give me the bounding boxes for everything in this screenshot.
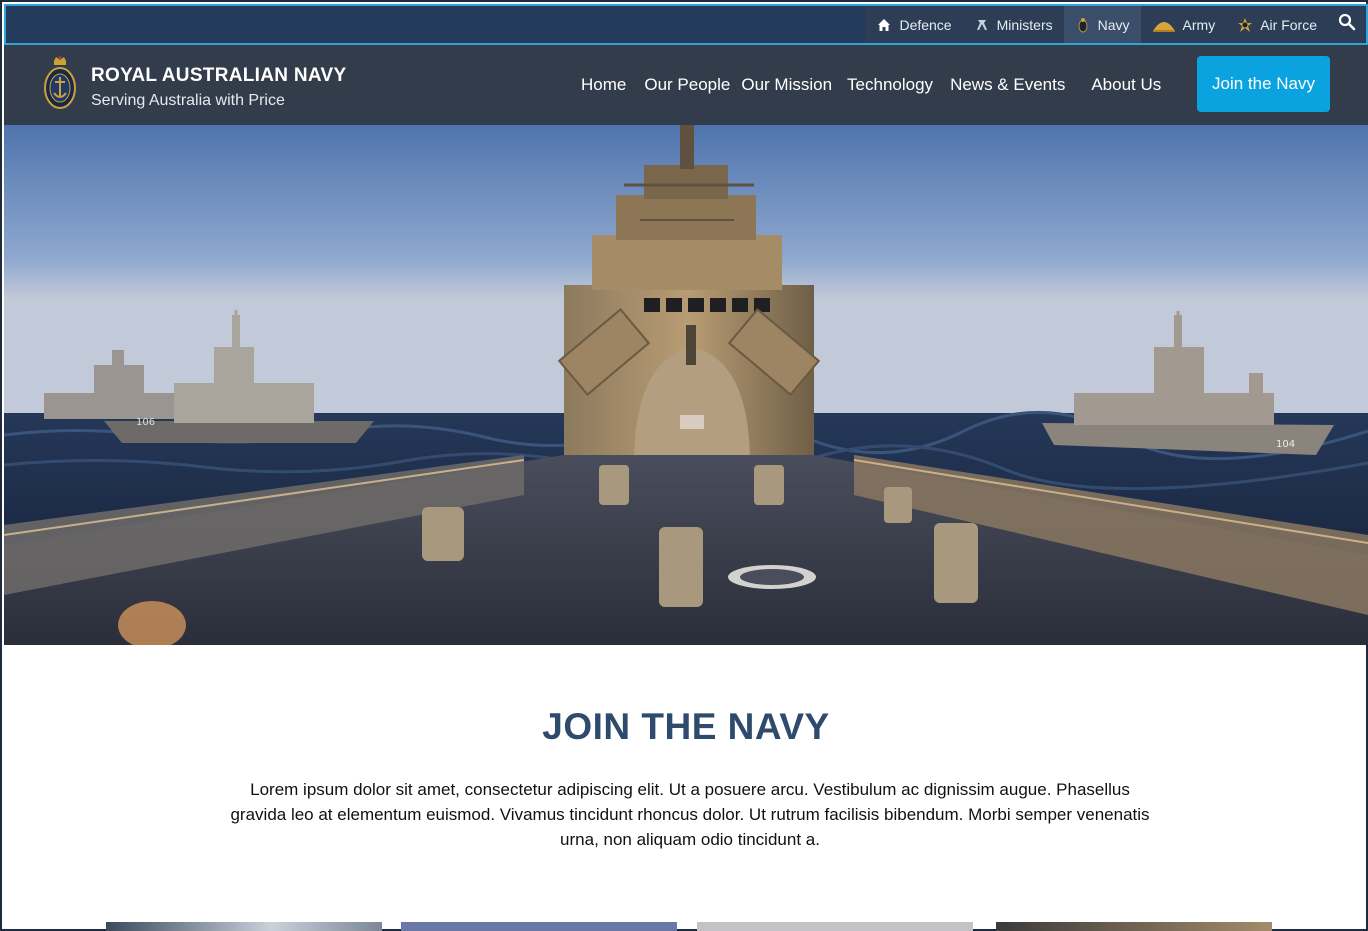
utility-link-navy[interactable]: Navy [1063, 6, 1141, 43]
utility-bar: Defence Ministers Navy Army Air Force [4, 4, 1368, 45]
home-icon [876, 17, 892, 33]
utility-link-air-force[interactable]: Air Force [1226, 6, 1328, 43]
navy-badge-icon [1075, 17, 1091, 33]
search-button[interactable] [1328, 6, 1366, 43]
nav-about-us[interactable]: About Us [1084, 75, 1168, 95]
utility-nav: Defence Ministers Navy Army Air Force [865, 6, 1328, 43]
join-description: Lorem ipsum dolor sit amet, consectetur … [230, 780, 1150, 849]
hero-image: 106 104 [4, 125, 1368, 645]
card-preview-4[interactable] [996, 922, 1272, 931]
site-title[interactable]: ROYAL AUSTRALIAN NAVY [91, 65, 346, 87]
card-preview-2[interactable] [401, 922, 677, 931]
nav-our-mission[interactable]: Our Mission [737, 75, 839, 95]
site-tagline: Serving Australia with Price [91, 92, 285, 109]
utility-link-label: Navy [1097, 16, 1130, 33]
navy-crest-logo[interactable] [42, 55, 78, 111]
warship-bow-fleet-photo: 106 104 [4, 125, 1368, 645]
card-preview-3[interactable] [697, 922, 973, 931]
hull-number-right: 104 [1276, 439, 1295, 450]
utility-link-label: Defence [899, 16, 952, 33]
nav-our-people[interactable]: Our People [637, 75, 737, 95]
nav-home[interactable]: Home [574, 75, 633, 95]
utility-link-label: Air Force [1260, 16, 1317, 33]
nav-technology[interactable]: Technology [840, 75, 940, 95]
utility-link-label: Ministers [996, 16, 1053, 33]
card-preview-1[interactable] [106, 922, 382, 931]
join-heading: JOIN THE NAVY [542, 706, 830, 747]
search-icon [1338, 13, 1356, 36]
nav-news-events[interactable]: News & Events [943, 75, 1072, 95]
utility-link-army[interactable]: Army [1140, 6, 1227, 43]
main-nav: Home Our People Our Mission Technology N… [574, 45, 1168, 125]
hull-number-left: 106 [136, 417, 155, 428]
site-header: ROYAL AUSTRALIAN NAVY Serving Australia … [4, 45, 1368, 125]
join-the-navy-button[interactable]: Join the Navy [1197, 56, 1330, 112]
army-badge-icon [1152, 17, 1176, 33]
ministers-icon [974, 17, 990, 33]
utility-link-defence[interactable]: Defence [865, 6, 963, 43]
utility-link-label: Army [1182, 16, 1216, 33]
air-force-badge-icon [1237, 17, 1253, 33]
utility-link-ministers[interactable]: Ministers [962, 6, 1064, 43]
